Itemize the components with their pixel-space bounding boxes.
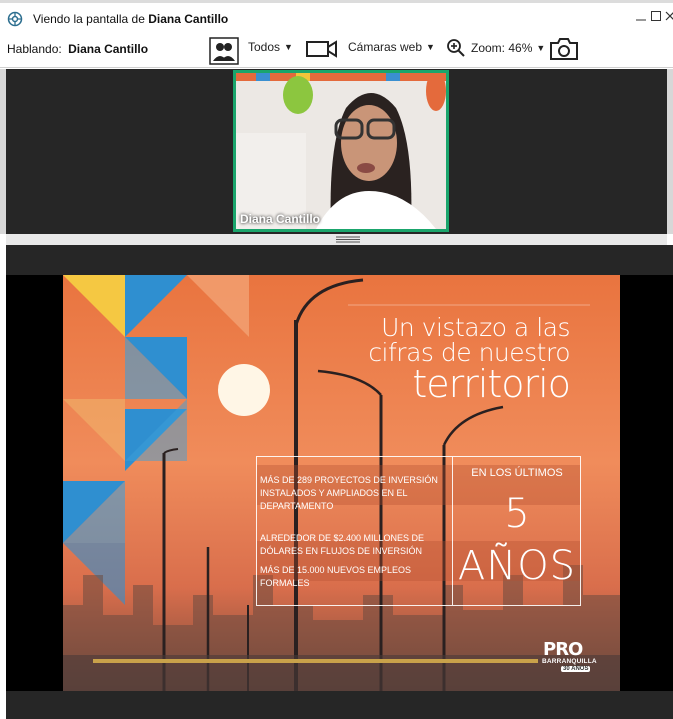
drag-handle-icon <box>336 236 360 243</box>
close-button[interactable] <box>663 10 673 24</box>
filter-label: Todos <box>248 40 281 54</box>
stats-period: EN LOS ÚLTIMOS 5 AÑOS <box>454 457 580 605</box>
participant-video-tile[interactable]: Diana Cantillo <box>233 70 449 232</box>
participant-name-label: Diana Cantillo <box>240 212 321 226</box>
close-icon <box>665 11 673 21</box>
chevron-down-icon: ▼ <box>426 42 435 52</box>
zoom-in-icon <box>447 39 465 57</box>
chevron-down-icon: ▼ <box>536 43 546 53</box>
camera-icon <box>306 40 337 58</box>
minimize-icon <box>636 19 646 21</box>
window-title-prefix: Viendo la pantalla de <box>33 12 145 26</box>
presentation-slide: Un vistazo a las cifras de nuestro terri… <box>63 275 620 691</box>
screen-share-window: Viendo la pantalla de Diana Cantillo Hab… <box>0 0 673 719</box>
stat-investment: ALREDEDOR DE $2.400 MILLONES DE DÓLARES … <box>260 533 425 556</box>
minimize-button[interactable] <box>634 10 648 24</box>
splitter[interactable] <box>6 234 667 245</box>
maximize-button[interactable] <box>649 10 663 24</box>
speaking-name: Diana Cantillo <box>68 42 149 56</box>
title-bar: Viendo la pantalla de Diana Cantillo <box>0 0 673 34</box>
snapshot-camera-icon <box>550 38 578 60</box>
active-speaker: Hablando: Diana Cantillo <box>7 42 148 56</box>
toolbar: Hablando: Diana Cantillo Todos ▼ Cámaras… <box>0 34 673 68</box>
slide-title-line3: territorio <box>412 362 571 406</box>
period-number: 5 <box>504 491 530 537</box>
snapshot-button[interactable] <box>549 37 579 61</box>
camera-button[interactable] <box>306 39 338 59</box>
stat-projects: MÁS DE 289 PROYECTOS DE INVERSIÓN INSTAL… <box>260 475 438 511</box>
speaking-label: Hablando: <box>7 42 62 56</box>
logo-main-text: PRO <box>543 639 583 660</box>
window-title: Viendo la pantalla de Diana Cantillo <box>33 12 228 26</box>
participant-video-frame <box>236 73 446 229</box>
filter-dropdown[interactable]: Todos ▼ <box>248 40 293 54</box>
probarranquilla-logo: PRO BARRANQUILLA 30 AÑOS <box>541 637 605 677</box>
slide-title: Un vistazo a las cifras de nuestro terri… <box>368 313 571 406</box>
cameras-dropdown[interactable]: Cámaras web ▼ <box>348 40 435 54</box>
participants-icon <box>209 37 239 65</box>
chevron-down-icon: ▼ <box>284 42 293 52</box>
participants-button[interactable] <box>209 37 239 65</box>
stats-list: MÁS DE 289 PROYECTOS DE INVERSIÓN INSTAL… <box>257 457 453 605</box>
stat-jobs: MÁS DE 15.000 NUEVOS EMPLEOS FORMALES <box>260 565 412 588</box>
period-label: EN LOS ÚLTIMOS <box>471 467 563 479</box>
cameras-label: Cámaras web <box>348 40 423 54</box>
app-logo-icon <box>7 11 23 27</box>
stats-panel: MÁS DE 289 PROYECTOS DE INVERSIÓN INSTAL… <box>256 456 581 606</box>
logo-years-badge: 30 AÑOS <box>561 666 591 672</box>
zoom-label: Zoom: 46% <box>471 41 533 55</box>
zoom-dropdown[interactable]: Zoom: 46% ▼ <box>446 38 545 58</box>
logo-sub-text: BARRANQUILLA <box>542 658 597 665</box>
maximize-icon <box>651 11 661 21</box>
slide-title-line1: Un vistazo a las <box>381 313 570 342</box>
window-title-name: Diana Cantillo <box>148 12 229 26</box>
slide-accent-line <box>93 659 538 663</box>
period-unit: AÑOS <box>457 543 577 589</box>
